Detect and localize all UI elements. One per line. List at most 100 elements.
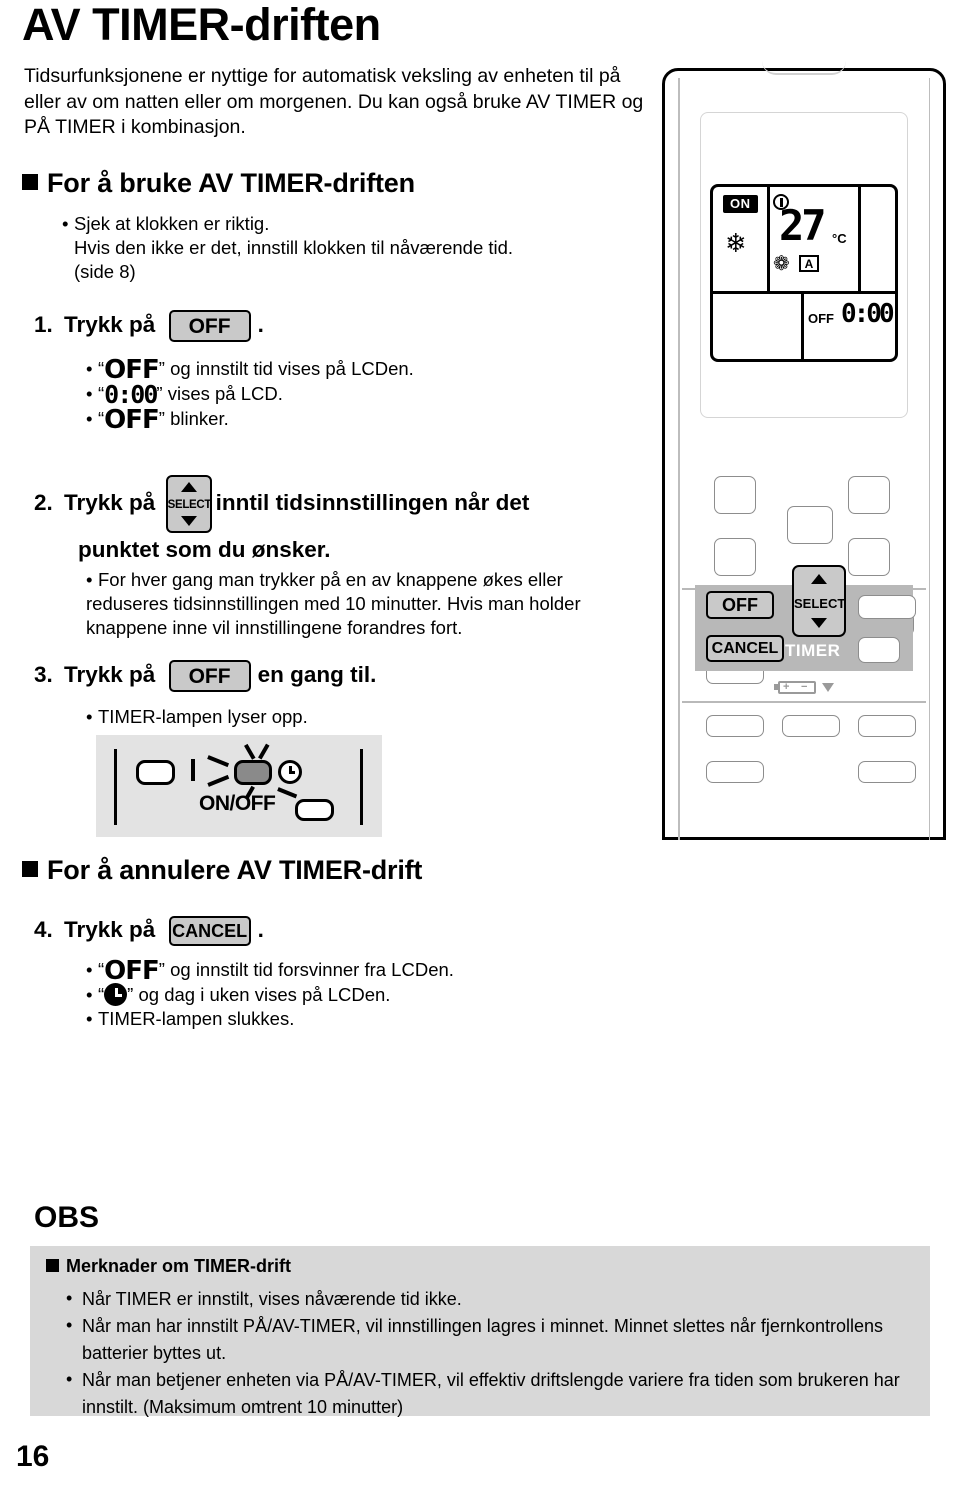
step-4-note-2-text: og dag i uken vises på LCDen. xyxy=(138,984,391,1005)
panel-separator-icon xyxy=(191,759,195,781)
lcd-divider-icon xyxy=(801,291,804,359)
remote-select-button[interactable]: SELECT xyxy=(792,565,846,637)
obs-note-item: Når TIMER er innstilt, vises nåværende t… xyxy=(66,1285,936,1313)
fan-icon: ❁ xyxy=(773,251,790,275)
obs-note-item: Når man har innstilt PÅ/AV-TIMER, vil in… xyxy=(66,1312,936,1367)
triangle-down-icon xyxy=(822,683,834,692)
step-1-note-3: • “OFF” blinker. xyxy=(86,405,229,435)
remote-blank-button[interactable] xyxy=(858,761,916,783)
remote-timer-zone-label: TIMER xyxy=(785,641,841,660)
step-1-note-1: • “OFF” og innstilt tid vises på LCDen. xyxy=(86,355,414,385)
operation-lamp-icon xyxy=(136,760,175,785)
remote-blank-button[interactable] xyxy=(714,476,756,514)
step-2-line2: punktet som du ønsker. xyxy=(78,537,331,562)
obs-box: Merknader om TIMER-drift Når TIMER er in… xyxy=(30,1246,930,1417)
blink-ray-icon xyxy=(244,743,256,760)
lcd-on-badge: ON xyxy=(723,195,758,213)
step-3-text-after: en gang til. xyxy=(257,662,377,687)
panel-edge-left-icon xyxy=(114,749,117,825)
step-2-notes: • For hver gang man trykker på en av knap… xyxy=(86,568,631,640)
step-1: 1. Trykk på OFF. xyxy=(34,310,264,343)
step-2-note-text: For hver gang man trykker på en av knapp… xyxy=(86,569,581,638)
triangle-down-icon xyxy=(811,618,827,628)
remote-select-label: SELECT xyxy=(794,596,846,611)
lcd-divider-icon xyxy=(767,187,770,291)
blink-ray-icon xyxy=(207,755,230,767)
bullet-dot-icon: • xyxy=(86,984,93,1005)
step-4-notes: • “OFF” og innstilt tid forsvinner fra LC… xyxy=(86,958,606,1031)
battery-plus-icon: + xyxy=(783,681,790,693)
remote-blank-button[interactable] xyxy=(858,637,900,663)
obs-title: OBS xyxy=(34,1201,100,1234)
blink-ray-icon xyxy=(207,774,230,787)
step-2-text-before: Trykk på xyxy=(64,489,156,515)
triangle-down-icon xyxy=(180,516,197,526)
cancel-button-keycap[interactable]: CANCEL xyxy=(168,916,251,947)
remote-off-button[interactable]: OFF xyxy=(706,591,774,619)
step-1-number: 1. xyxy=(34,312,53,337)
remote-blank-button[interactable] xyxy=(787,506,833,544)
indicator-onoff-label: ON/OFF xyxy=(199,792,276,815)
timer-lamp-lit-icon xyxy=(234,760,272,785)
step-3: 3. Trykk på OFF en gang til. xyxy=(34,660,377,693)
lcd-glyph-off: OFF xyxy=(104,405,160,435)
bullet-dot-icon: • xyxy=(86,383,93,404)
step-2-text-after: inntil tidsinnstillingen når det xyxy=(215,489,530,515)
obs-heading-label: Merknader om TIMER-drift xyxy=(66,1256,292,1276)
triangle-up-icon xyxy=(811,574,827,584)
blink-ray-icon xyxy=(277,787,298,798)
page-title: AV TIMER-driften xyxy=(22,0,381,50)
bullet-dot-icon: • xyxy=(86,959,93,980)
precheck-note: • Sjek at klokken er riktig. Hvis den ikk… xyxy=(62,212,622,284)
remote-divider xyxy=(682,701,926,703)
remote-blank-button[interactable] xyxy=(706,715,764,737)
remote-control-illustration: ON ❄ 27 °C ❁ A OFF 0:00 TIMER OFF CANCEL… xyxy=(662,68,946,840)
step-4-number: 4. xyxy=(34,917,53,942)
step-3-notes: • TIMER-lampen lyser opp. xyxy=(86,705,586,729)
precheck-line1: Sjek at klokken er riktig. xyxy=(74,213,270,234)
square-bullet-icon xyxy=(22,174,38,190)
bullet-dot-icon: • xyxy=(86,358,93,379)
step-1-note-2-text: vises på LCD. xyxy=(167,383,283,404)
step-1-note-1-text: og innstilt tid vises på LCDen. xyxy=(170,358,414,379)
snowflake-icon: ❄ xyxy=(725,229,747,259)
lcd-timer-mode-label: OFF xyxy=(808,311,834,326)
lcd-timer-value: 0:00 xyxy=(841,299,895,329)
step-1-notes: • “OFF” og innstilt tid vises på LCDen. •… xyxy=(86,355,606,435)
lcd-divider-icon xyxy=(713,291,895,294)
section-heading-use: For å bruke AV TIMER-driften xyxy=(22,168,415,199)
off-button-keycap[interactable]: OFF xyxy=(168,660,251,693)
step-3-note-text: TIMER-lampen lyser opp. xyxy=(98,706,308,727)
off-button-keycap[interactable]: OFF xyxy=(168,310,251,343)
remote-blank-button[interactable] xyxy=(858,715,916,737)
remote-blank-button[interactable] xyxy=(848,476,890,514)
remote-blank-button[interactable] xyxy=(706,761,764,783)
bullet-dot-icon: • xyxy=(86,408,93,429)
remote-side-line-left xyxy=(678,78,680,840)
remote-blank-button[interactable] xyxy=(858,595,916,619)
bullet-dot-icon: • xyxy=(86,569,93,590)
step-1-text-after: . xyxy=(257,312,264,337)
obs-heading: Merknader om TIMER-drift xyxy=(46,1256,291,1277)
remote-blank-button[interactable] xyxy=(782,715,840,737)
step-3-text-before: Trykk på xyxy=(64,662,156,687)
step-4-note-2: • “” og dag i uken vises på LCDen. xyxy=(86,983,391,1006)
remote-blank-button[interactable] xyxy=(714,538,756,576)
section-heading-use-label: For å bruke AV TIMER-driften xyxy=(47,168,415,198)
remote-top-notch-icon xyxy=(762,61,846,75)
step-4-text-after: . xyxy=(257,917,264,942)
select-button-keycap[interactable]: SELECT xyxy=(165,475,212,533)
step-3-number: 3. xyxy=(34,662,53,687)
bullet-dot-icon: • xyxy=(86,1008,93,1029)
section-heading-cancel: For å annulere AV TIMER-drift xyxy=(22,855,422,886)
remote-cancel-button[interactable]: CANCEL xyxy=(706,635,784,662)
timer-clock-icon xyxy=(278,760,302,784)
precheck-line2: Hvis den ikke er det, innstill klokken t… xyxy=(74,237,514,258)
step-2-number: 2. xyxy=(34,489,53,515)
select-keycap-label: SELECT xyxy=(167,499,212,511)
remote-side-line-right xyxy=(928,78,930,840)
extra-lamp-icon xyxy=(295,799,334,821)
step-2: 2. Trykk på SELECT inntil tidsinnstilling… xyxy=(34,475,529,533)
step-4-note-1-text: og innstilt tid forsvinner fra LCDen. xyxy=(170,959,454,980)
remote-blank-button[interactable] xyxy=(848,538,890,576)
